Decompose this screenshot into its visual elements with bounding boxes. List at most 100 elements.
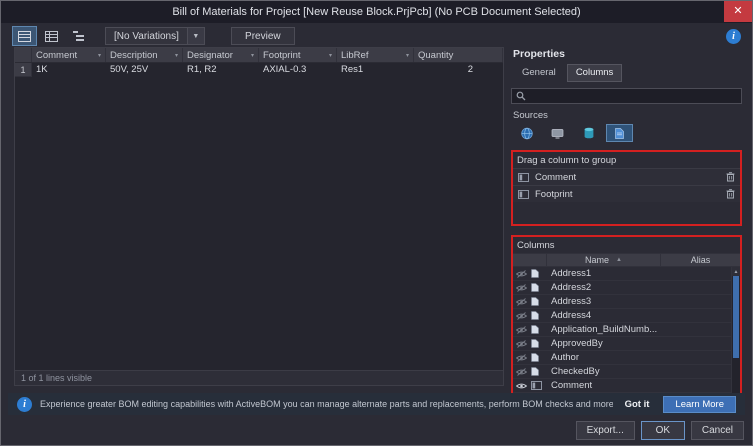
column-name: Comment: [547, 380, 661, 391]
visibility-off-icon[interactable]: [516, 270, 527, 278]
column-row[interactable]: Application_BuildNumb...: [513, 323, 740, 337]
cell-description: 50V, 25V: [106, 63, 183, 77]
column-header-footprint[interactable]: Footprint▾: [259, 48, 337, 62]
globe-icon: [520, 127, 534, 140]
column-glyph-icon: [531, 381, 542, 390]
tab-columns[interactable]: Columns: [567, 64, 623, 82]
info-icon[interactable]: i: [726, 29, 741, 44]
column-name: Application_BuildNumb...: [547, 324, 661, 335]
document-icon: [531, 339, 539, 348]
sort-icon: ▾: [175, 52, 178, 59]
column-row-comment[interactable]: Comment: [513, 379, 740, 393]
visibility-on-icon[interactable]: [516, 382, 527, 390]
grouped-view-icon: [45, 31, 58, 42]
column-row[interactable]: CheckedBy: [513, 365, 740, 379]
sort-icon: ▾: [98, 52, 101, 59]
column-glyph-icon: [518, 190, 529, 199]
cell-quantity: 2: [414, 63, 503, 77]
source-database-button[interactable]: [575, 124, 602, 142]
scroll-up-icon[interactable]: ▲: [732, 267, 740, 276]
column-header-libref[interactable]: LibRef▾: [337, 48, 414, 62]
properties-panel: Properties General Columns Sources: [511, 45, 742, 389]
columns-section-title: Columns: [513, 237, 740, 253]
group-item-label: Comment: [535, 172, 576, 183]
got-it-link[interactable]: Got it: [625, 399, 650, 410]
close-button[interactable]: ✕: [724, 1, 752, 22]
visibility-off-icon[interactable]: [516, 284, 527, 292]
cell-libref: Res1: [337, 63, 414, 77]
search-input[interactable]: [530, 91, 737, 102]
bom-row-1[interactable]: 1 1K 50V, 25V R1, R2 AXIAL-0.3 Res1 2: [15, 63, 503, 77]
sort-icon: ▾: [251, 52, 254, 59]
document-icon: [531, 297, 539, 306]
cell-comment: 1K: [32, 63, 106, 77]
columns-list-header: Name ▲ Alias: [513, 253, 740, 267]
visibility-off-icon[interactable]: [516, 312, 527, 320]
column-row[interactable]: Address3: [513, 295, 740, 309]
trash-icon[interactable]: [726, 189, 735, 199]
columns-header-alias[interactable]: Alias: [661, 254, 740, 266]
ok-button[interactable]: OK: [641, 421, 685, 440]
properties-tabs: General Columns: [513, 64, 742, 82]
column-header-quantity[interactable]: Quantity: [414, 48, 503, 62]
visibility-off-icon[interactable]: [516, 298, 527, 306]
document-icon: [531, 269, 539, 278]
columns-scrollbar[interactable]: ▲ ▼: [731, 267, 740, 403]
sort-icon: ▾: [329, 52, 332, 59]
search-box[interactable]: [511, 88, 742, 104]
variations-dropdown[interactable]: [No Variations] ▼: [105, 27, 205, 45]
highlight-box-columns: Columns Name ▲ Alias Address1: [511, 235, 742, 405]
column-name: CheckedBy: [547, 366, 661, 377]
export-button[interactable]: Export...: [576, 421, 635, 440]
row-number: 1: [15, 63, 32, 77]
flat-list-view-button[interactable]: [12, 26, 37, 46]
highlight-box-group: Drag a column to group Comment Footprint: [511, 150, 742, 226]
bom-dialog: Bill of Materials for Project [New Reuse…: [0, 0, 753, 446]
column-row[interactable]: ApprovedBy: [513, 337, 740, 351]
chevron-down-icon[interactable]: ▼: [187, 28, 204, 44]
variations-value: [No Variations]: [106, 28, 187, 44]
group-item-comment[interactable]: Comment: [513, 168, 740, 185]
column-row[interactable]: Address4: [513, 309, 740, 323]
document-icon: [531, 311, 539, 320]
learn-more-button[interactable]: Learn More: [663, 396, 736, 413]
source-web-button[interactable]: [513, 124, 540, 142]
column-header-designator[interactable]: Designator▾: [183, 48, 259, 62]
dialog-actions: Export... OK Cancel: [576, 421, 744, 440]
column-row[interactable]: Address2: [513, 281, 740, 295]
drag-group-title: Drag a column to group: [513, 152, 740, 168]
column-row[interactable]: Address1: [513, 267, 740, 281]
grid-header-row: Comment▾ Description▾ Designator▾ Footpr…: [15, 48, 503, 63]
row-number-header: [15, 48, 32, 62]
trash-icon[interactable]: [726, 172, 735, 182]
group-item-footprint[interactable]: Footprint: [513, 185, 740, 202]
column-row[interactable]: Author: [513, 351, 740, 365]
columns-list: Address1 Address2 Address3 Address4: [513, 267, 740, 403]
visibility-off-icon[interactable]: [516, 354, 527, 362]
sort-icon: ▾: [406, 52, 409, 59]
grouped-view-button[interactable]: [39, 26, 64, 46]
column-header-description[interactable]: Description▾: [106, 48, 183, 62]
sort-asc-icon: ▲: [616, 257, 622, 263]
scrollbar-thumb[interactable]: [733, 276, 739, 358]
visibility-off-icon[interactable]: [516, 340, 527, 348]
visibility-off-icon[interactable]: [516, 326, 527, 334]
column-name: Address4: [547, 310, 661, 321]
column-header-comment[interactable]: Comment▾: [32, 48, 106, 62]
column-glyph-icon: [518, 173, 529, 182]
visibility-off-icon[interactable]: [516, 368, 527, 376]
column-name: Address2: [547, 282, 661, 293]
document-icon: [531, 353, 539, 362]
search-icon: [516, 91, 526, 101]
properties-title: Properties: [513, 48, 742, 60]
tab-general[interactable]: General: [513, 64, 565, 82]
source-library-button[interactable]: [544, 124, 571, 142]
preview-button[interactable]: Preview: [231, 27, 295, 45]
columns-header-name[interactable]: Name ▲: [547, 254, 661, 266]
tree-view-button[interactable]: [66, 26, 91, 46]
sources-label: Sources: [513, 110, 742, 121]
info-icon: i: [17, 397, 32, 412]
source-document-button[interactable]: [606, 124, 633, 142]
cancel-button[interactable]: Cancel: [691, 421, 744, 440]
grid-empty-area[interactable]: [15, 77, 503, 370]
